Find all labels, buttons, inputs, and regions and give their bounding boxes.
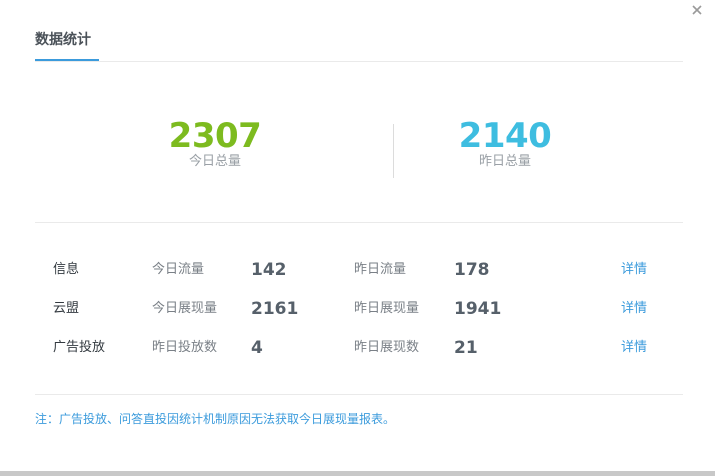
details-link-ads[interactable]: 详情 bbox=[621, 328, 647, 368]
close-icon[interactable] bbox=[689, 2, 705, 18]
row-value-2: 178 bbox=[454, 260, 490, 280]
footnote: 注：广告投放、问答直投因统计机制原因无法获取今日展现量报表。 bbox=[35, 412, 396, 426]
data-stats-dialog: 数据统计 2307 今日总量 2140 昨日总量 信息 今日流量 142 昨日流… bbox=[0, 0, 715, 476]
row-value-1: 2161 bbox=[251, 299, 299, 319]
yesterday-total-value: 2140 bbox=[458, 116, 552, 156]
section-divider bbox=[35, 394, 683, 395]
row-category: 云盟 bbox=[53, 301, 80, 316]
window-bottom-edge bbox=[0, 471, 715, 476]
tab-bar: 数据统计 bbox=[35, 28, 683, 62]
row-value-1: 4 bbox=[251, 338, 263, 358]
stats-table: 信息 今日流量 142 昨日流量 178 详情 云盟 今日展现量 2161 昨日… bbox=[35, 250, 683, 367]
today-total: 2307 今日总量 bbox=[115, 116, 315, 169]
today-total-value: 2307 bbox=[168, 116, 262, 156]
row-label-1: 今日流量 bbox=[152, 262, 205, 277]
yesterday-total: 2140 昨日总量 bbox=[405, 116, 605, 169]
row-label-2: 昨日展现数 bbox=[354, 340, 420, 355]
stats-row-yunmeng: 云盟 今日展现量 2161 昨日展现量 1941 详情 bbox=[35, 289, 683, 328]
tab-data-stats[interactable]: 数据统计 bbox=[35, 28, 99, 61]
row-value-2: 1941 bbox=[454, 299, 502, 319]
row-label-2: 昨日流量 bbox=[354, 262, 407, 277]
row-value-2: 21 bbox=[454, 338, 478, 358]
today-total-label: 今日总量 bbox=[188, 154, 241, 169]
details-link-yunmeng[interactable]: 详情 bbox=[621, 289, 647, 329]
row-value-1: 142 bbox=[251, 260, 287, 280]
stats-row-info: 信息 今日流量 142 昨日流量 178 详情 bbox=[35, 250, 683, 289]
row-label-2: 昨日展现量 bbox=[354, 301, 420, 316]
yesterday-total-label: 昨日总量 bbox=[478, 154, 531, 169]
totals-divider bbox=[393, 124, 394, 178]
totals-panel: 2307 今日总量 2140 昨日总量 bbox=[35, 61, 683, 223]
details-link-info[interactable]: 详情 bbox=[621, 250, 647, 290]
row-category: 信息 bbox=[53, 262, 80, 277]
row-category: 广告投放 bbox=[53, 340, 106, 355]
row-label-1: 昨日投放数 bbox=[152, 340, 218, 355]
stats-row-ads: 广告投放 昨日投放数 4 昨日展现数 21 详情 bbox=[35, 328, 683, 367]
row-label-1: 今日展现量 bbox=[152, 301, 218, 316]
